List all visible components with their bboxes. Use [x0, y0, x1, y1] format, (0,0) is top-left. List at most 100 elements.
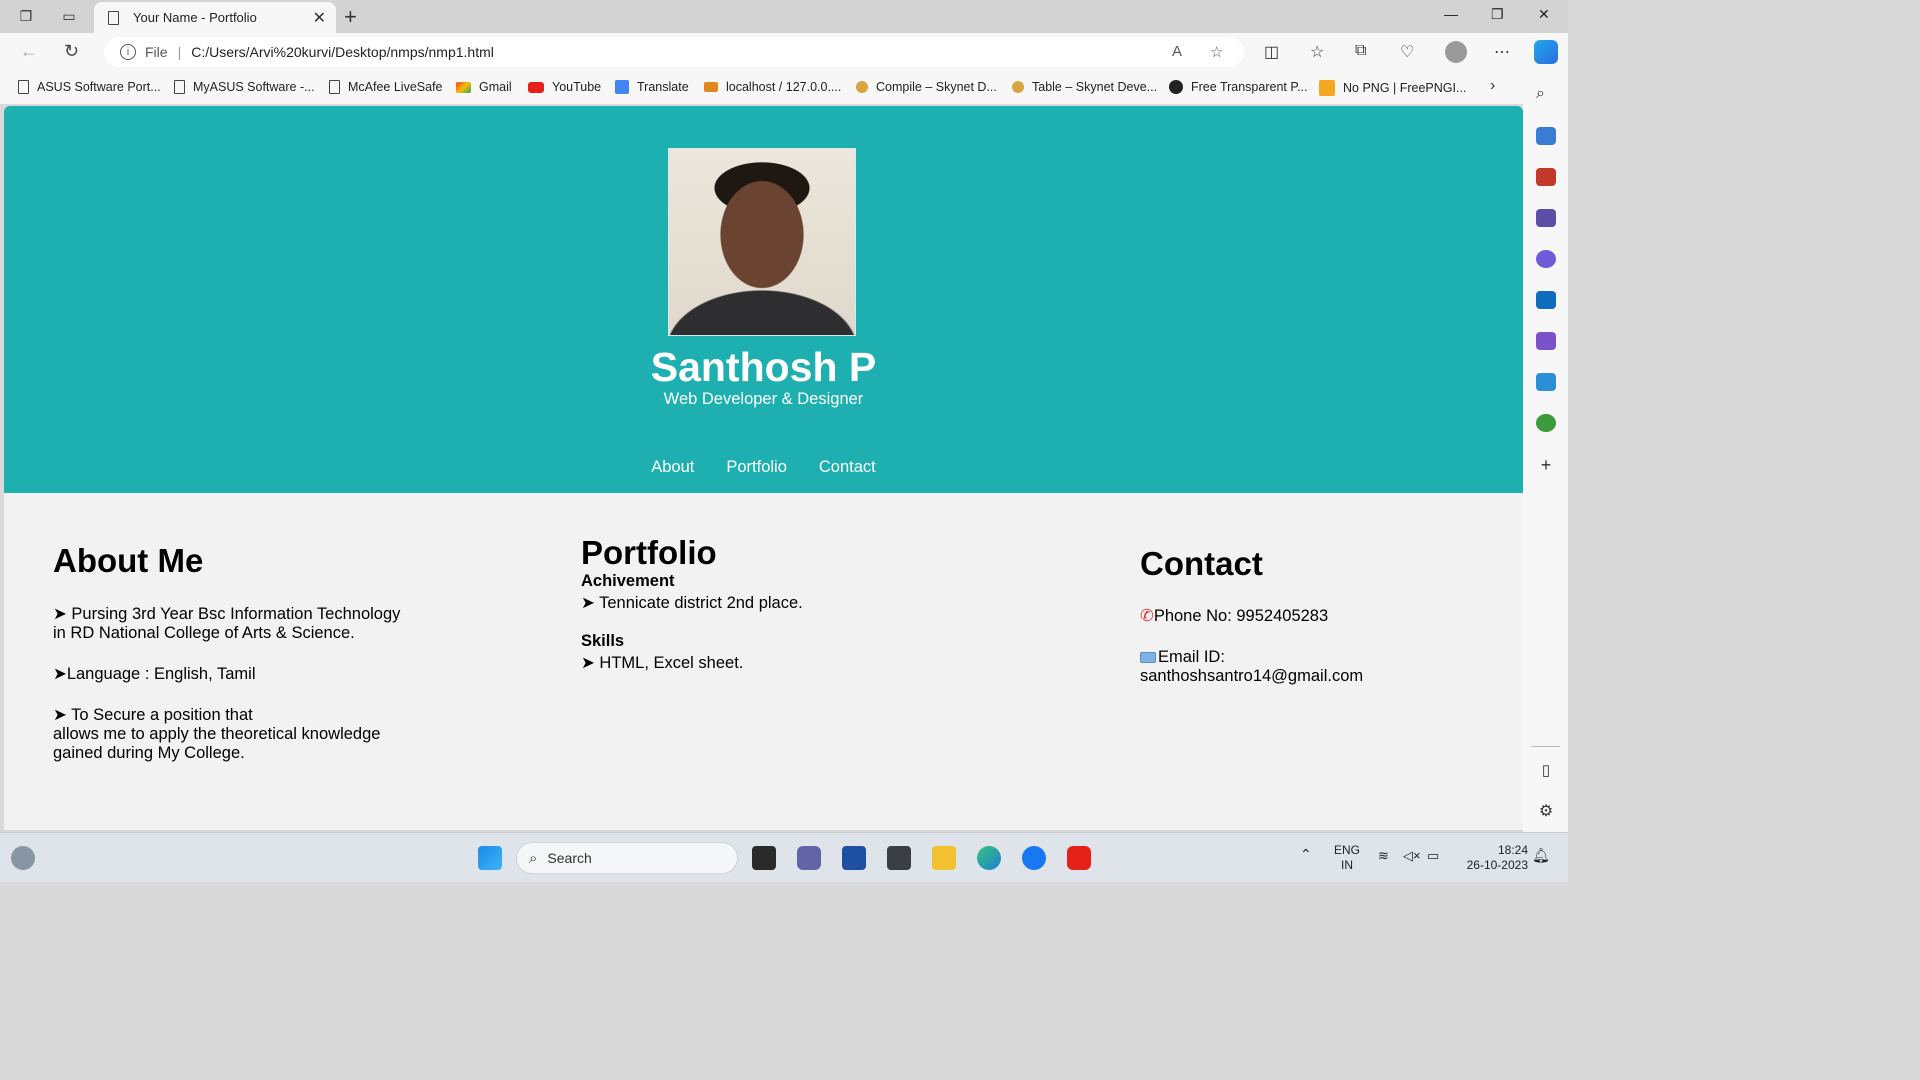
active-tab[interactable]: Your Name - Portfolio ✕ [94, 2, 336, 33]
language-indicator[interactable]: ENG IN [1334, 843, 1360, 873]
nav-link-portfolio[interactable]: Portfolio [726, 458, 787, 477]
document-icon [108, 10, 119, 25]
clock-time: 18:24 [1497, 843, 1528, 857]
wifi-icon[interactable]: ≋ [1378, 848, 1389, 863]
about-line: ➤Language : English, Tamil [53, 665, 256, 683]
designer-icon[interactable] [1536, 332, 1556, 350]
favorite-star-icon[interactable]: ☆ [1210, 43, 1223, 61]
profile-avatar[interactable] [1445, 41, 1467, 63]
shopping-icon[interactable] [1536, 127, 1556, 145]
nav-link-contact[interactable]: Contact [819, 458, 876, 477]
bookmark-item[interactable]: Free Transparent P... [1169, 80, 1308, 94]
windows-start-icon[interactable] [478, 846, 502, 870]
games-icon[interactable] [1536, 209, 1556, 227]
bookmark-label: Table – Skynet Deve... [1032, 80, 1158, 94]
outlook-icon[interactable] [1536, 291, 1556, 309]
address-text[interactable]: C:/Users/Arvi%20kurvi/Desktop/nmps/nmp1.… [191, 44, 494, 60]
split-screen-icon[interactable]: ◫ [1264, 42, 1279, 62]
tab-actions-icon[interactable]: ▭ [57, 5, 81, 27]
bookmark-item[interactable]: Compile – Skynet D... [856, 80, 997, 94]
settings-gear-icon[interactable]: ⚙ [1536, 801, 1556, 820]
bookmark-item[interactable]: No PNG | FreePNGI... [1319, 80, 1466, 96]
windows-taskbar: ⌕ Search ⌃ ENG IN ≋ ◁× ▭ 18:24 26-10-202… [0, 832, 1568, 882]
bookmark-label: ASUS Software Port... [37, 80, 161, 94]
tools-icon[interactable] [1536, 168, 1556, 186]
bookmark-item[interactable]: Table – Skynet Deve... [1012, 80, 1157, 94]
browser-tab-bar: ❐ ▭ Your Name - Portfolio ✕ + — ❐ ✕ [0, 0, 1568, 33]
phone-icon: ✆ [1140, 607, 1154, 625]
edge-browser-icon[interactable] [977, 846, 1001, 870]
document-icon [18, 80, 29, 94]
nav-link-about[interactable]: About [651, 458, 694, 477]
browser-essentials-icon[interactable]: ♡ [1400, 42, 1414, 62]
collections-icon[interactable]: ⧉ [1355, 42, 1366, 60]
workspaces-icon[interactable]: ❐ [14, 5, 38, 27]
bookmark-item[interactable]: YouTube [528, 80, 601, 94]
bookmark-item[interactable]: ASUS Software Port... [18, 80, 161, 94]
phone-text: Phone No: 9952405283 [1153, 607, 1329, 625]
task-view-icon[interactable] [752, 846, 776, 870]
translate-icon [615, 80, 629, 94]
more-menu-icon[interactable]: ⋯ [1494, 42, 1510, 62]
close-window-icon[interactable]: ✕ [1538, 6, 1550, 23]
chevron-up-icon[interactable]: ⌃ [1300, 847, 1312, 862]
contact-section: Contact ✆Phone No: 9952405283 Email ID: … [1140, 545, 1480, 686]
skills-heading: Skills [581, 632, 625, 650]
address-bar[interactable]: i File | C:/Users/Arvi%20kurvi/Desktop/n… [104, 37, 1244, 67]
copilot-icon[interactable] [1534, 40, 1558, 64]
browser-toolbar: ← ↻ i File | C:/Users/Arvi%20kurvi/Deskt… [0, 33, 1568, 72]
teams-icon[interactable] [797, 846, 821, 870]
bookmark-item[interactable]: Gmail [456, 80, 512, 94]
sidebar-divider [1531, 746, 1560, 747]
file-explorer-icon[interactable] [932, 846, 956, 870]
drop-icon[interactable] [1536, 373, 1556, 391]
bookmark-label: localhost / 127.0.0.... [726, 80, 842, 94]
close-tab-icon[interactable]: ✕ [313, 8, 326, 28]
region-code: IN [1341, 858, 1353, 872]
bookmark-label: YouTube [552, 80, 602, 94]
bookmark-label: No PNG | FreePNGI... [1343, 81, 1467, 95]
youtube-icon [528, 81, 544, 93]
notification-bell-icon[interactable]: 🔔︎ [1532, 848, 1550, 863]
back-icon[interactable]: ← [20, 41, 38, 62]
page-viewport: Santhosh P Web Developer & Designer Abou… [4, 106, 1523, 830]
document-icon [329, 80, 340, 94]
chevron-right-icon[interactable]: › [1490, 77, 1495, 95]
add-icon[interactable]: + [1536, 455, 1556, 475]
bookmark-label: Compile – Skynet D... [876, 80, 997, 94]
portfolio-title: Portfolio [581, 534, 717, 571]
battery-icon[interactable]: ▭ [1427, 848, 1439, 863]
bookmark-item[interactable]: McAfee LiveSafe [329, 80, 443, 94]
hide-sidebar-icon[interactable]: ▯ [1536, 761, 1556, 779]
mute-icon[interactable]: ◁× [1403, 848, 1421, 863]
bookmark-label: McAfee LiveSafe [348, 80, 443, 94]
favorites-icon[interactable]: ☆ [1310, 42, 1324, 62]
email-icon [1140, 652, 1156, 664]
facebook-icon[interactable] [1022, 846, 1046, 870]
portfolio-section: Portfolio Achivement ➤ Tennicate distric… [581, 534, 1001, 673]
microsoft-365-icon[interactable] [1536, 250, 1556, 268]
microsoft-store-icon[interactable] [842, 846, 866, 870]
info-icon[interactable]: i [120, 44, 136, 60]
skills-text: ➤ HTML, Excel sheet. [581, 654, 744, 672]
new-tab-button[interactable]: + [344, 4, 357, 30]
search-icon[interactable]: ⌕ [1536, 85, 1556, 103]
bookmark-item[interactable]: MyASUS Software -... [174, 80, 315, 94]
bookmark-item[interactable]: Translate [615, 80, 689, 94]
email-address[interactable]: santhoshsantro14@gmail.com [1140, 667, 1480, 686]
freepng-icon [1319, 80, 1335, 96]
refresh-icon[interactable]: ↻ [64, 41, 79, 62]
youtube-icon[interactable] [1067, 846, 1091, 870]
taskbar-search[interactable]: ⌕ Search [516, 842, 738, 874]
file-label: File [145, 44, 168, 60]
bookmark-item[interactable]: localhost / 127.0.0.... [704, 80, 841, 94]
clock[interactable]: 18:24 26-10-2023 [1458, 843, 1528, 873]
weather-icon[interactable] [11, 846, 35, 870]
restore-icon[interactable]: ❐ [1491, 6, 1504, 23]
read-aloud-icon[interactable]: A [1172, 43, 1182, 60]
about-line: gained during My College. [53, 744, 245, 762]
tree-icon[interactable] [1536, 414, 1556, 432]
minimize-icon[interactable]: — [1444, 6, 1458, 22]
contact-title: Contact [1140, 545, 1263, 582]
app-icon[interactable] [887, 846, 911, 870]
